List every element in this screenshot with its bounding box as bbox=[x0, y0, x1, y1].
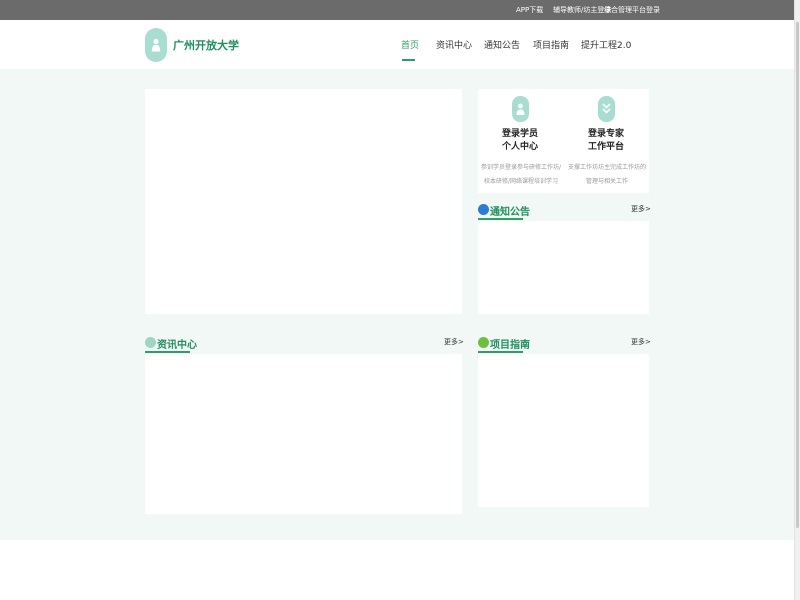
expert-login-icon[interactable] bbox=[598, 96, 615, 122]
notice-section-title: 通知公告 bbox=[490, 207, 530, 218]
tutor-login-link[interactable]: 辅导教师/坊主登录 bbox=[553, 6, 611, 15]
notice-section-icon bbox=[478, 204, 489, 215]
news-title-underline bbox=[145, 351, 190, 353]
notice-more-link[interactable]: 更多> bbox=[631, 204, 651, 214]
top-bar: APP下载 辅导教师/坊主登录 综合管理平台登录 bbox=[0, 0, 795, 20]
student-login-title-line1: 登录学员 bbox=[501, 129, 538, 139]
expert-login-title[interactable]: 登录专家 工作平台 bbox=[578, 128, 634, 154]
guide-more-link[interactable]: 更多> bbox=[631, 337, 651, 347]
person-icon bbox=[516, 103, 525, 115]
scrollbar-thumb[interactable] bbox=[796, 22, 799, 528]
nav-active-indicator bbox=[402, 59, 415, 61]
nav-home[interactable]: 首页 bbox=[401, 38, 419, 51]
site-header bbox=[0, 20, 795, 69]
nav-notices[interactable]: 通知公告 bbox=[484, 38, 520, 51]
notice-title-underline bbox=[478, 218, 523, 220]
nav-upgrade-project[interactable]: 提升工程2.0 bbox=[581, 38, 631, 51]
guide-section-icon bbox=[478, 337, 489, 348]
news-more-link[interactable]: 更多> bbox=[444, 337, 464, 347]
student-login-icon[interactable] bbox=[512, 96, 529, 122]
student-login-title[interactable]: 登录学员 个人中心 bbox=[492, 128, 548, 154]
expert-login-desc: 支撑工作坊坊主完成工作坊的管理与相关工作 bbox=[567, 164, 646, 185]
news-list-panel bbox=[145, 354, 462, 514]
news-section-icon bbox=[145, 337, 156, 348]
banner-panel[interactable] bbox=[145, 89, 462, 314]
notice-list-panel bbox=[478, 221, 649, 314]
guide-list-panel bbox=[478, 354, 649, 507]
nav-news-center[interactable]: 资讯中心 bbox=[436, 38, 472, 51]
guide-section-title: 项目指南 bbox=[490, 340, 530, 351]
person-icon bbox=[151, 38, 161, 52]
admin-platform-login-link[interactable]: 综合管理平台登录 bbox=[604, 6, 660, 15]
page-scrollbar[interactable] bbox=[794, 0, 800, 600]
double-chevron-down-icon bbox=[602, 103, 611, 114]
student-login-desc: 参训学员登录参与研修工作坊/校本研修/网络课程培训学习 bbox=[480, 164, 562, 185]
app-download-link[interactable]: APP下载 bbox=[516, 6, 543, 15]
logo-icon[interactable] bbox=[145, 28, 167, 62]
news-section-title: 资讯中心 bbox=[157, 340, 197, 351]
site-logo-text[interactable]: 广州开放大学 bbox=[173, 37, 239, 53]
expert-login-title-line1: 登录专家 bbox=[587, 129, 624, 139]
expert-login-title-line2: 工作平台 bbox=[587, 142, 624, 152]
nav-project-guide[interactable]: 项目指南 bbox=[533, 38, 569, 51]
guide-title-underline bbox=[478, 351, 523, 353]
student-login-title-line2: 个人中心 bbox=[501, 142, 538, 152]
